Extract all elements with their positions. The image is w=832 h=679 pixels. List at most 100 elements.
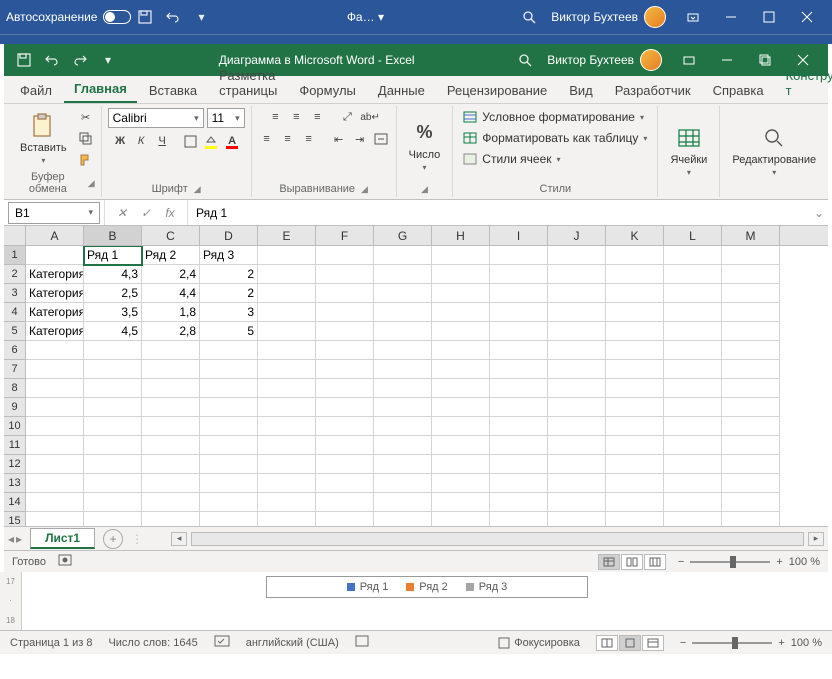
autosave-toggle[interactable]: Автосохранение bbox=[6, 10, 131, 24]
cell[interactable] bbox=[316, 455, 374, 474]
zoom-value[interactable]: 100 % bbox=[789, 556, 820, 568]
cell[interactable] bbox=[84, 493, 142, 512]
cell[interactable] bbox=[432, 512, 490, 526]
cell[interactable]: 2,4 bbox=[142, 265, 200, 284]
minimize-button[interactable] bbox=[708, 46, 746, 74]
column-header[interactable]: D bbox=[200, 226, 258, 245]
column-header[interactable]: E bbox=[258, 226, 316, 245]
zoom-control[interactable]: − + 100 % bbox=[678, 556, 820, 568]
cell-styles-button[interactable]: Стили ячеек▾ bbox=[459, 150, 564, 168]
ribbon-opts-icon[interactable] bbox=[670, 46, 708, 74]
cell[interactable] bbox=[374, 398, 432, 417]
dialog-launcher-icon[interactable]: ◢ bbox=[88, 178, 95, 189]
minimize-button[interactable] bbox=[712, 3, 750, 31]
column-header[interactable]: C bbox=[142, 226, 200, 245]
cell[interactable] bbox=[258, 284, 316, 303]
sheet-nav-next-icon[interactable]: ▸ bbox=[16, 532, 22, 546]
column-header[interactable]: G bbox=[374, 226, 432, 245]
cell[interactable] bbox=[316, 436, 374, 455]
cell[interactable] bbox=[200, 455, 258, 474]
cell[interactable] bbox=[606, 398, 664, 417]
cell[interactable] bbox=[258, 379, 316, 398]
chart-object[interactable]: Ряд 1Ряд 2Ряд 3 bbox=[266, 576, 589, 598]
cell[interactable]: 3 bbox=[200, 303, 258, 322]
cell[interactable] bbox=[316, 398, 374, 417]
cell[interactable] bbox=[374, 512, 432, 526]
cell[interactable]: Ряд 2 bbox=[142, 246, 200, 265]
sheet-tab[interactable]: Лист1 bbox=[30, 528, 95, 549]
column-header[interactable]: L bbox=[664, 226, 722, 245]
cell[interactable]: 2 bbox=[200, 265, 258, 284]
cell[interactable] bbox=[548, 246, 606, 265]
cell[interactable]: 5 bbox=[200, 322, 258, 341]
cell[interactable] bbox=[258, 455, 316, 474]
fill-color-button[interactable] bbox=[202, 132, 220, 150]
cell[interactable] bbox=[548, 284, 606, 303]
conditional-formatting-button[interactable]: Условное форматирование▾ bbox=[459, 108, 648, 126]
row-header[interactable]: 5 bbox=[4, 322, 26, 341]
cell[interactable] bbox=[490, 512, 548, 526]
cell[interactable] bbox=[258, 303, 316, 322]
cell[interactable] bbox=[374, 246, 432, 265]
cell[interactable] bbox=[142, 474, 200, 493]
cell[interactable] bbox=[26, 246, 84, 265]
align-top-icon[interactable]: ≡ bbox=[266, 108, 284, 126]
align-left-icon[interactable]: ≡ bbox=[258, 130, 276, 148]
cell[interactable] bbox=[26, 360, 84, 379]
cancel-icon[interactable]: ✕ bbox=[111, 206, 133, 220]
cell[interactable] bbox=[664, 284, 722, 303]
cell[interactable]: 4,5 bbox=[84, 322, 142, 341]
zoom-out-icon[interactable]: − bbox=[678, 556, 684, 568]
tab-view[interactable]: Вид bbox=[559, 78, 603, 103]
cell[interactable] bbox=[548, 341, 606, 360]
macro-record-icon[interactable] bbox=[58, 554, 72, 569]
cell[interactable] bbox=[664, 493, 722, 512]
bold-button[interactable]: Ж bbox=[111, 132, 129, 150]
align-middle-icon[interactable]: ≡ bbox=[287, 108, 305, 126]
zoom-slider[interactable] bbox=[692, 642, 772, 644]
column-header[interactable]: M bbox=[722, 226, 780, 245]
row-header[interactable]: 4 bbox=[4, 303, 26, 322]
tab-home[interactable]: Главная bbox=[64, 76, 137, 103]
align-right-icon[interactable]: ≡ bbox=[300, 130, 318, 148]
maximize-button[interactable] bbox=[750, 3, 788, 31]
cell[interactable] bbox=[258, 341, 316, 360]
column-header[interactable]: I bbox=[490, 226, 548, 245]
format-painter-icon[interactable] bbox=[77, 151, 95, 169]
accessibility-icon[interactable] bbox=[355, 635, 369, 650]
cell[interactable] bbox=[374, 417, 432, 436]
expand-formula-bar-icon[interactable]: ⌄ bbox=[810, 206, 828, 220]
cell[interactable] bbox=[26, 379, 84, 398]
cell[interactable] bbox=[316, 379, 374, 398]
cell[interactable] bbox=[84, 360, 142, 379]
cell[interactable] bbox=[548, 512, 606, 526]
number-format-button[interactable]: % Число ▾ bbox=[403, 115, 447, 176]
row-header[interactable]: 8 bbox=[4, 379, 26, 398]
redo-icon[interactable] bbox=[70, 50, 90, 70]
cell[interactable] bbox=[432, 322, 490, 341]
cell[interactable] bbox=[374, 474, 432, 493]
cell[interactable] bbox=[722, 341, 780, 360]
cell[interactable] bbox=[490, 436, 548, 455]
cell[interactable]: 4,3 bbox=[84, 265, 142, 284]
tab-chart-design[interactable]: Конструктор т bbox=[776, 63, 832, 103]
cell[interactable] bbox=[316, 512, 374, 526]
cell[interactable] bbox=[722, 360, 780, 379]
zoom-value[interactable]: 100 % bbox=[791, 637, 822, 649]
tab-data[interactable]: Данные bbox=[368, 78, 435, 103]
cell[interactable] bbox=[490, 493, 548, 512]
font-color-button[interactable]: А bbox=[223, 132, 241, 150]
cell[interactable] bbox=[722, 455, 780, 474]
cell[interactable] bbox=[722, 284, 780, 303]
cell[interactable] bbox=[26, 417, 84, 436]
qat-dropdown-icon[interactable]: ▾ bbox=[191, 7, 211, 27]
zoom-slider[interactable] bbox=[690, 561, 770, 563]
cell[interactable] bbox=[200, 512, 258, 526]
cell[interactable] bbox=[258, 493, 316, 512]
cell[interactable] bbox=[722, 474, 780, 493]
font-size-combo[interactable]: 11▾ bbox=[207, 108, 245, 128]
web-layout-icon[interactable] bbox=[642, 635, 664, 651]
save-icon[interactable] bbox=[14, 50, 34, 70]
cell[interactable] bbox=[722, 512, 780, 526]
cell[interactable] bbox=[26, 398, 84, 417]
